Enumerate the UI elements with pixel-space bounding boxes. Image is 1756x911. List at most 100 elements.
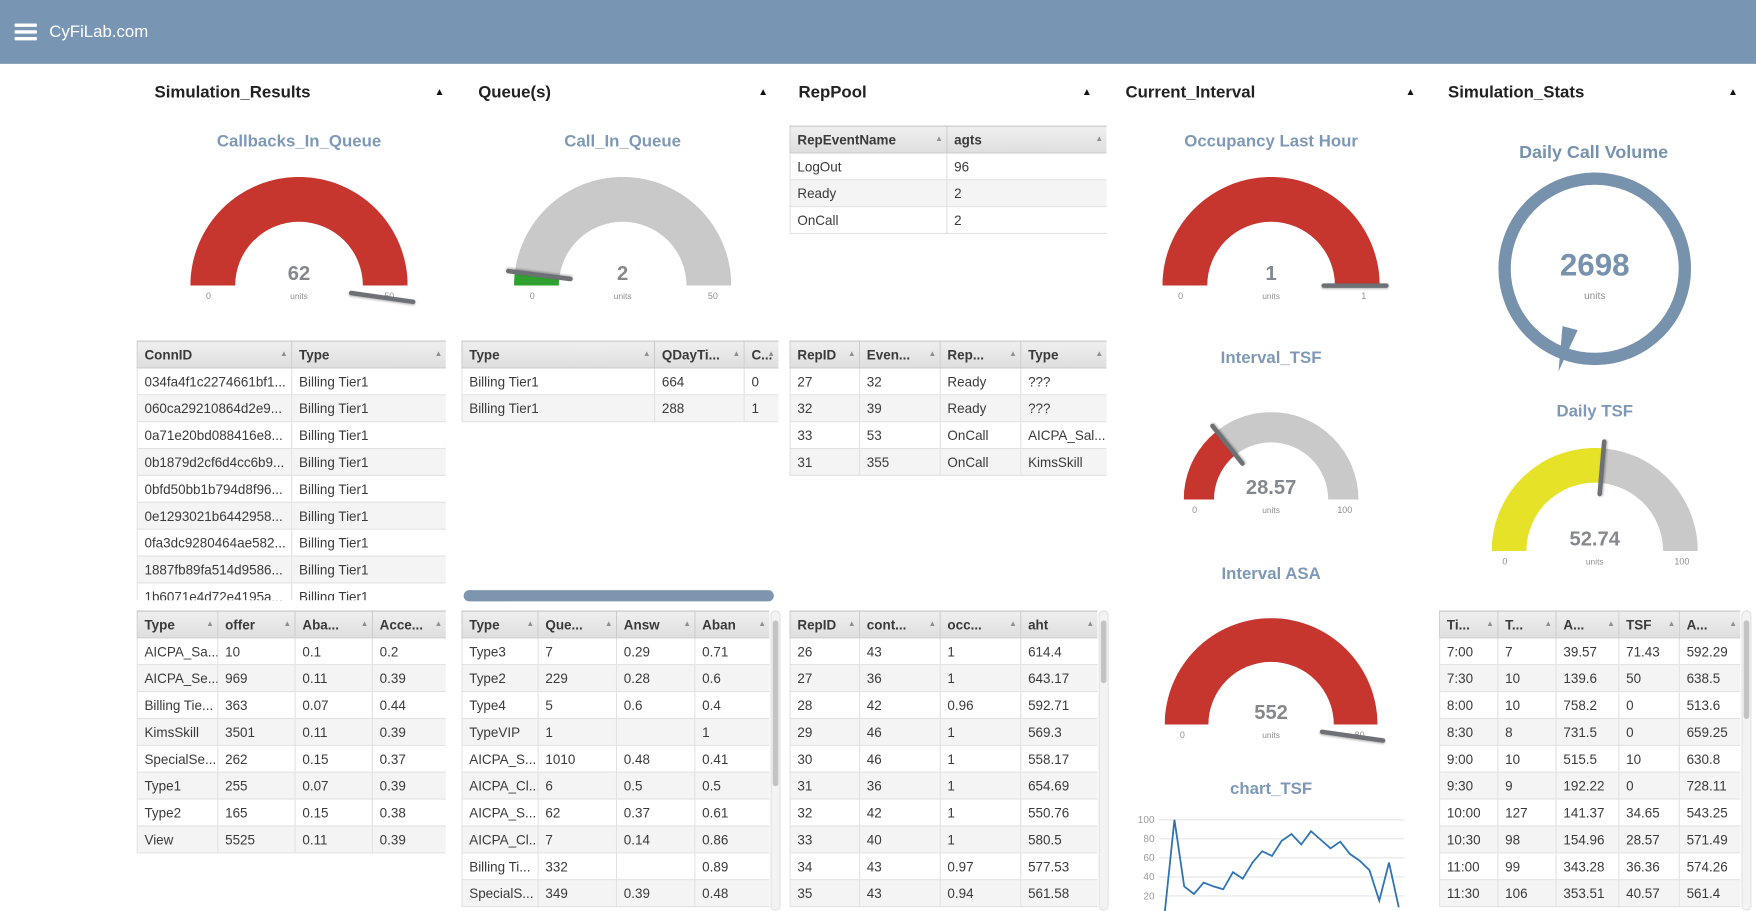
column-header-a[interactable]: A... ▲ (1678, 610, 1741, 639)
table-row[interactable]: Billing Tier1 288 1 (461, 394, 779, 423)
vertical-scrollbar[interactable] (770, 610, 781, 911)
table-row[interactable]: 34 43 0.97 577.53 (789, 852, 1098, 881)
table-row[interactable]: TypeVIP 1 1 (461, 717, 770, 746)
column-header-aba[interactable]: Aba... ▲ (294, 610, 373, 639)
table-row[interactable]: 0fa3dc9280464ae582... Billing Tier1 (136, 528, 446, 557)
table-row[interactable]: KimsSkill 3501 0.11 0.39 (136, 717, 446, 746)
sort-icon[interactable]: ▲ (848, 620, 856, 628)
hamburger-menu-icon[interactable] (14, 20, 37, 45)
column-header-cont[interactable]: cont... ▲ (858, 610, 941, 639)
sort-icon[interactable]: ▲ (1009, 620, 1017, 628)
sort-icon[interactable]: ▲ (643, 351, 651, 359)
table-row[interactable]: AICPA_S... 1010 0.48 0.41 (461, 744, 770, 773)
table-row[interactable]: Type4 5 0.6 0.4 (461, 690, 770, 719)
vertical-scrollbar[interactable] (1098, 610, 1109, 911)
table-row[interactable]: 0bfd50bb1b794d8f96... Billing Tier1 (136, 474, 446, 503)
table-row[interactable]: AICPA_S... 62 0.37 0.61 (461, 798, 770, 827)
sort-icon[interactable]: ▲ (1729, 620, 1737, 628)
sort-icon[interactable]: ▲ (280, 351, 288, 359)
table-row[interactable]: AICPA_Se... 969 0.11 0.39 (136, 664, 446, 693)
sort-icon[interactable]: ▲ (928, 351, 936, 359)
sort-icon[interactable]: ▲ (1095, 351, 1103, 359)
column-header-rep[interactable]: Rep... ▲ (939, 340, 1022, 369)
table-row[interactable]: 32 39 Ready??? (789, 394, 1107, 423)
sort-icon[interactable]: ▲ (732, 351, 740, 359)
table-row[interactable]: OnCall 2 (789, 206, 1107, 235)
sort-icon[interactable]: ▲ (683, 620, 691, 628)
sort-icon[interactable]: ▲ (526, 620, 534, 628)
table-row[interactable]: 034fa4f1c2274661bf1... Billing Tier1 (136, 367, 446, 396)
table-row[interactable]: 33 40 1 580.5 (789, 825, 1098, 854)
table-row[interactable]: 31 36 1 654.69 (789, 771, 1098, 800)
table-row[interactable]: 8:30 8 731.5 0 659.25 (1439, 717, 1741, 746)
table-row[interactable]: 7:00 7 39.57 71.43 592.29 (1439, 637, 1741, 666)
sort-icon[interactable]: ▲ (605, 620, 613, 628)
sort-icon[interactable]: ▲ (935, 136, 943, 144)
vertical-scrollbar-thumb[interactable] (1743, 620, 1750, 719)
table-row[interactable]: 11:00 99 343.28 36.36 574.26 (1439, 852, 1741, 881)
column-header-type[interactable]: Type ▲ (291, 340, 446, 369)
table-row[interactable]: SpecialSe... 262 0.15 0.37 (136, 744, 446, 773)
horizontal-scrollbar-thumb[interactable] (463, 590, 774, 602)
sort-icon[interactable]: ▲ (435, 620, 443, 628)
column-header-ti[interactable]: Ti... ▲ (1439, 610, 1499, 639)
table-row[interactable]: 32 42 1 550.76 (789, 798, 1098, 827)
sort-icon[interactable]: ▲ (848, 351, 856, 359)
table-row[interactable]: 26 43 1 614.4 (789, 637, 1098, 666)
table-row[interactable]: 27 32 Ready??? (789, 367, 1107, 396)
table-row[interactable]: AICPA_Sa... 10 0.1 0.2 (136, 637, 446, 666)
table-row[interactable]: 1887fb89fa514d9586... Billing Tier1 (136, 555, 446, 584)
column-header-aban[interactable]: Aban ▲ (694, 610, 770, 639)
column-header-a[interactable]: A... ▲ (1555, 610, 1620, 639)
table-row[interactable]: Type2 229 0.28 0.6 (461, 664, 770, 693)
table-row[interactable]: 0b1879d2cf6d4cc6b9... Billing Tier1 (136, 447, 446, 476)
table-row[interactable]: View 5525 0.11 0.39 (136, 825, 446, 854)
sort-icon[interactable]: ▲ (1486, 620, 1494, 628)
table-row[interactable]: AICPA_Cl... 6 0.5 0.5 (461, 771, 770, 800)
sort-icon[interactable]: ▲ (758, 620, 766, 628)
column-header-repid[interactable]: RepID ▲ (789, 340, 861, 369)
table-row[interactable]: 33 53 OnCall AICPA_Sal... (789, 421, 1107, 450)
column-header-repid[interactable]: RepID ▲ (789, 610, 861, 639)
table-row[interactable]: 29 46 1 569.3 (789, 717, 1098, 746)
column-header-even[interactable]: Even... ▲ (858, 340, 941, 369)
column-header-acce[interactable]: Acce... ▲ (371, 610, 446, 639)
sort-icon[interactable]: ▲ (767, 351, 775, 359)
table-row[interactable]: Ready 2 (789, 179, 1107, 208)
collapse-caret-icon[interactable]: ▲ (435, 87, 445, 97)
table-row[interactable]: 10:00 127 141.37 34.65 543.25 (1439, 798, 1741, 827)
table-row[interactable]: 060ca29210864d2e9... Billing Tier1 (136, 394, 446, 423)
table-row[interactable]: 9:30 9 192.22 0 728.11 (1439, 771, 1741, 800)
sort-icon[interactable]: ▲ (283, 620, 291, 628)
column-header-type[interactable]: Type ▲ (136, 610, 219, 639)
sort-icon[interactable]: ▲ (1009, 351, 1017, 359)
table-row[interactable]: Billing Tie... 363 0.07 0.44 (136, 690, 446, 719)
column-header-type[interactable]: Type ▲ (461, 610, 539, 639)
vertical-scrollbar[interactable] (1741, 610, 1752, 911)
sort-icon[interactable]: ▲ (928, 620, 936, 628)
table-row[interactable]: LogOut 96 (789, 152, 1107, 181)
column-header-offer[interactable]: offer ▲ (217, 610, 296, 639)
vertical-scrollbar-thumb[interactable] (1100, 620, 1107, 684)
table-row[interactable]: 28 42 0.96 592.71 (789, 690, 1098, 719)
table-row[interactable]: 31 355 OnCall KimsSkill (789, 447, 1107, 476)
column-header-tsf[interactable]: TSF ▲ (1618, 610, 1680, 639)
table-row[interactable]: 30 46 1 558.17 (789, 744, 1098, 773)
table-row[interactable]: Type1 255 0.07 0.39 (136, 771, 446, 800)
sort-icon[interactable]: ▲ (1095, 136, 1103, 144)
column-header-t[interactable]: T... ▲ (1497, 610, 1557, 639)
table-row[interactable]: SpecialS... 349 0.39 0.48 (461, 879, 770, 908)
sort-icon[interactable]: ▲ (361, 620, 369, 628)
table-row[interactable]: 7:30 10 139.6 50 638.5 (1439, 664, 1741, 693)
column-header-answ[interactable]: Answ ▲ (615, 610, 696, 639)
table-row[interactable]: Type2 165 0.15 0.38 (136, 798, 446, 827)
collapse-caret-icon[interactable]: ▲ (1405, 87, 1415, 97)
column-header-aht[interactable]: aht ▲ (1020, 610, 1098, 639)
sort-icon[interactable]: ▲ (1086, 620, 1094, 628)
table-row[interactable]: 0a71e20bd088416e8... Billing Tier1 (136, 421, 446, 450)
column-header-c[interactable]: C... ▲ (743, 340, 779, 369)
sort-icon[interactable]: ▲ (1668, 620, 1676, 628)
column-header-type[interactable]: Type ▲ (461, 340, 656, 369)
table-row[interactable]: Billing Tier1 664 0 (461, 367, 779, 396)
table-row[interactable]: 1b6071e4d72e4195a... Billing Tier1 (136, 582, 446, 601)
